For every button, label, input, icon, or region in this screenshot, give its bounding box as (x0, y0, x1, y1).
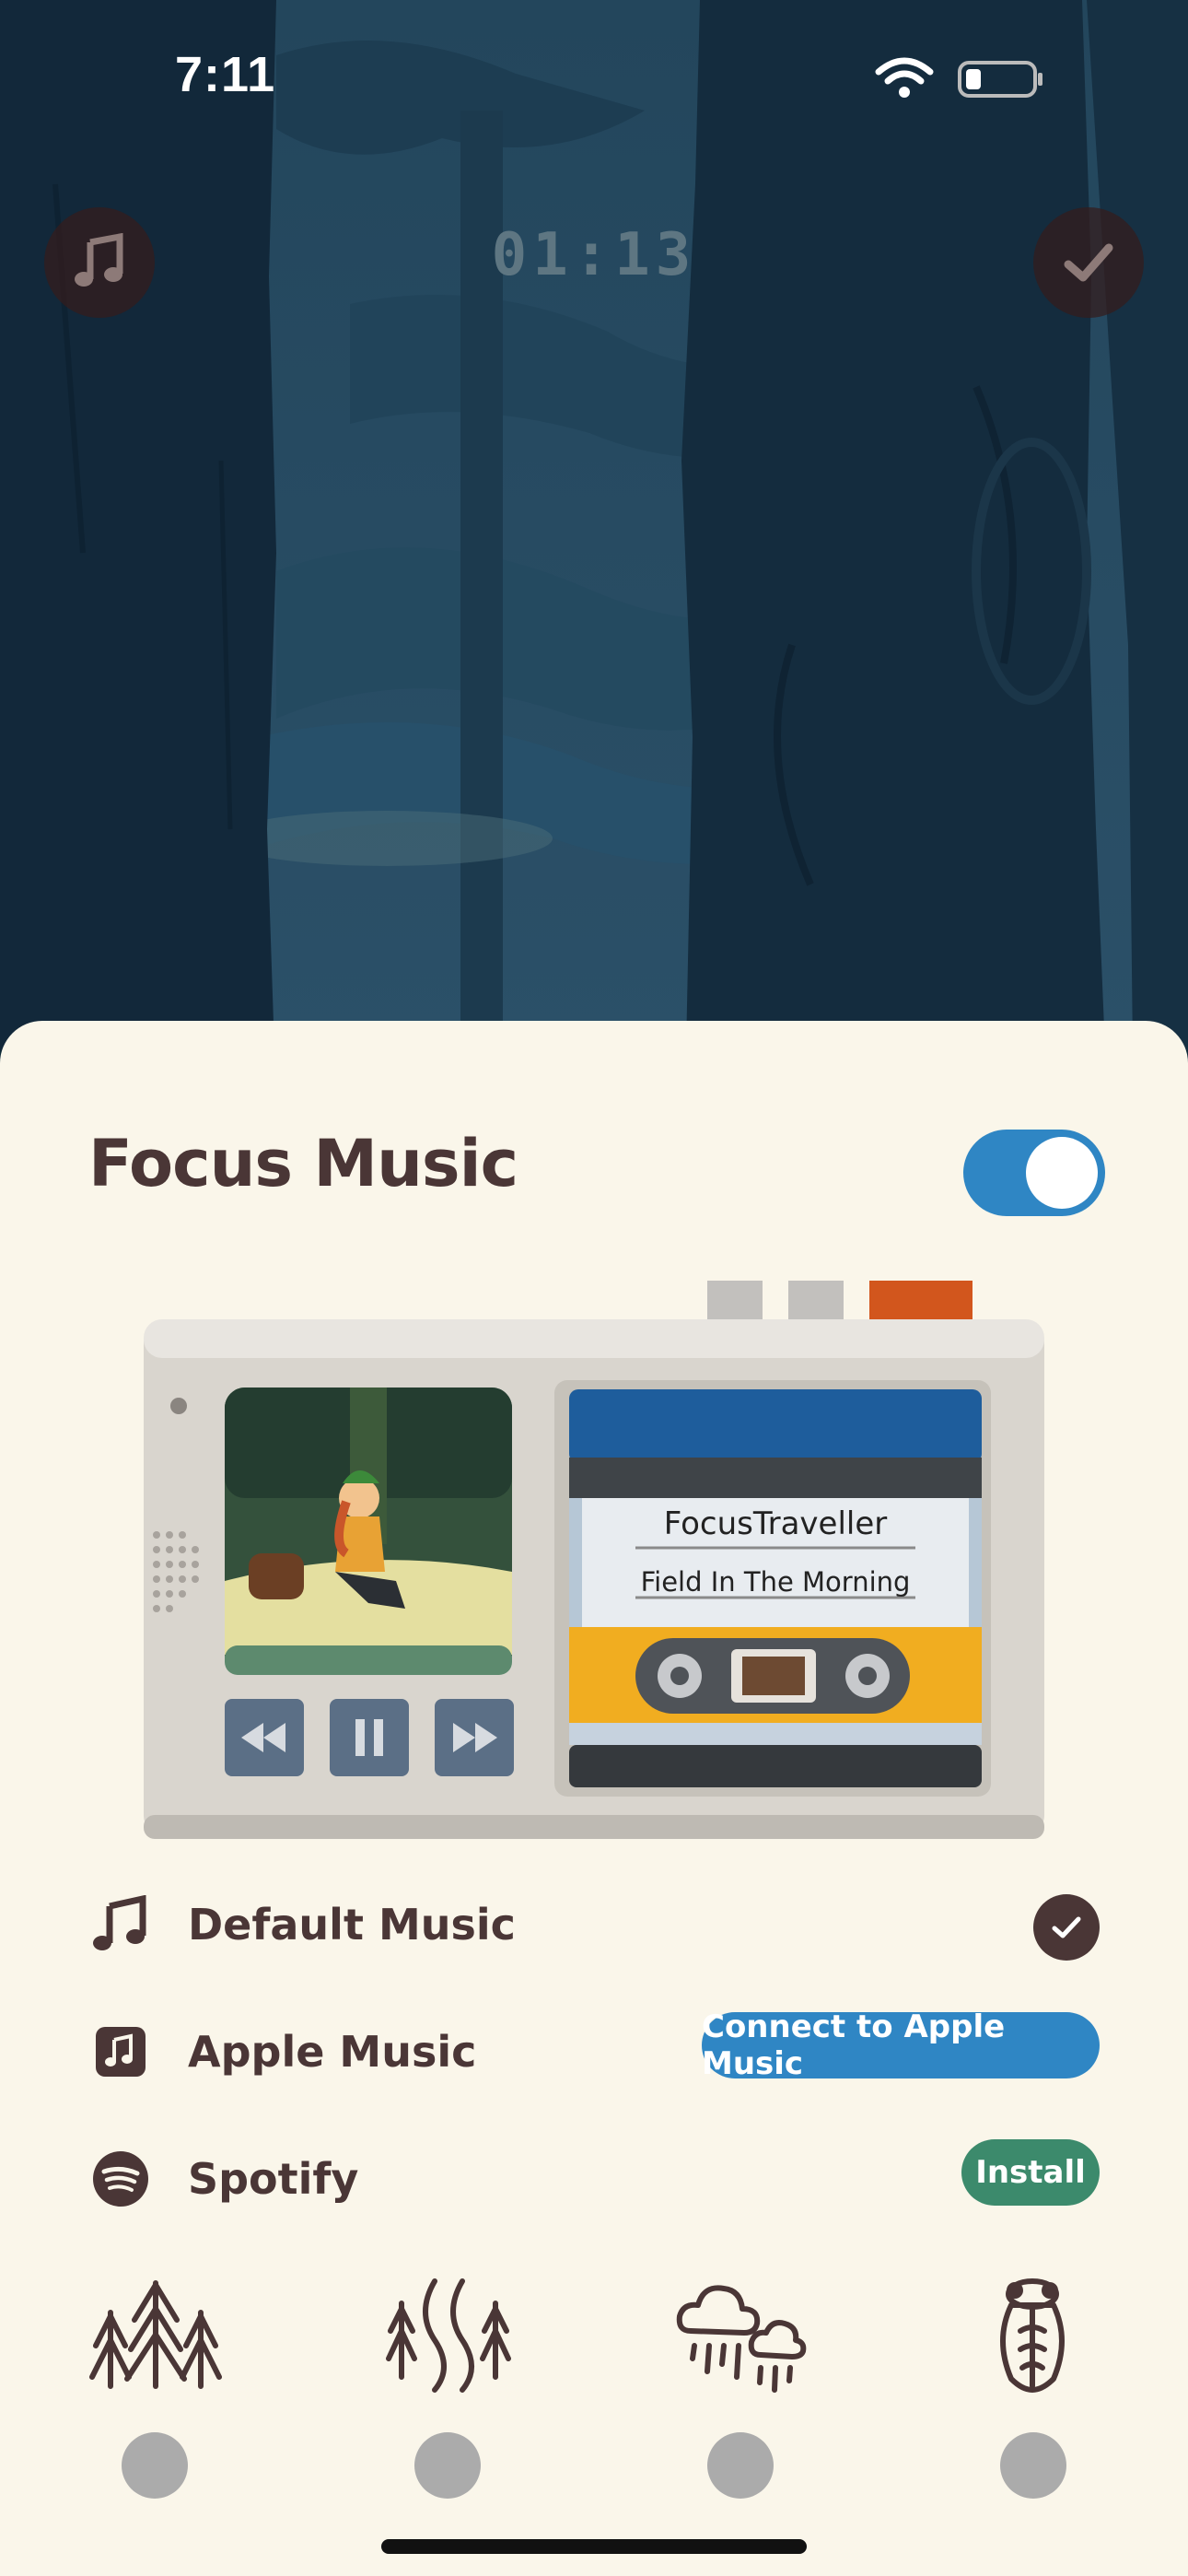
track-title: Field In The Morning (640, 1566, 911, 1598)
spotify-icon (88, 2147, 153, 2211)
source-label: Apple Music (188, 2027, 477, 2077)
status-time: 7:11 (175, 47, 276, 102)
sheet-title: Focus Music (88, 1126, 518, 1201)
toggle-knob (1026, 1137, 1098, 1209)
stream-volume-dot[interactable] (414, 2432, 481, 2499)
source-label: Spotify (188, 2154, 359, 2204)
fast-forward-control[interactable] (435, 1699, 514, 1776)
stream-icon[interactable] (379, 2276, 518, 2395)
album-artwork (225, 1388, 512, 1675)
track-artist: FocusTraveller (663, 1505, 888, 1542)
battery-icon (958, 61, 1042, 98)
wifi-icon (875, 57, 934, 98)
rain-volume-dot[interactable] (707, 2432, 774, 2499)
cicada-volume-dot[interactable] (1000, 2432, 1066, 2499)
pause-control[interactable] (330, 1699, 409, 1776)
rain-icon[interactable] (672, 2276, 810, 2395)
music-note-icon (75, 233, 123, 287)
check-icon (1064, 243, 1113, 282)
home-indicator (381, 2539, 807, 2554)
forest-background (0, 0, 1188, 1050)
focus-timer: 01:13 (491, 221, 697, 289)
connect-apple-music-button[interactable]: Connect to Apple Music (702, 2008, 1100, 2082)
selected-check-icon (1033, 1894, 1100, 1961)
cicada-icon[interactable] (963, 2276, 1101, 2395)
focus-music-toggle[interactable] (963, 1130, 1105, 1216)
music-note-icon (88, 1892, 153, 1957)
music-button[interactable] (44, 207, 155, 318)
forest-volume-dot[interactable] (122, 2432, 188, 2499)
forest-icon[interactable] (87, 2276, 225, 2395)
rewind-control[interactable] (225, 1699, 304, 1776)
source-spotify[interactable]: Spotify (88, 2137, 1101, 2220)
apple-music-icon (88, 2020, 153, 2084)
source-default-music[interactable]: Default Music (88, 1883, 1101, 1966)
source-label: Default Music (188, 1900, 516, 1950)
install-spotify-button[interactable]: Install (961, 2139, 1100, 2206)
done-button[interactable] (1033, 207, 1144, 318)
